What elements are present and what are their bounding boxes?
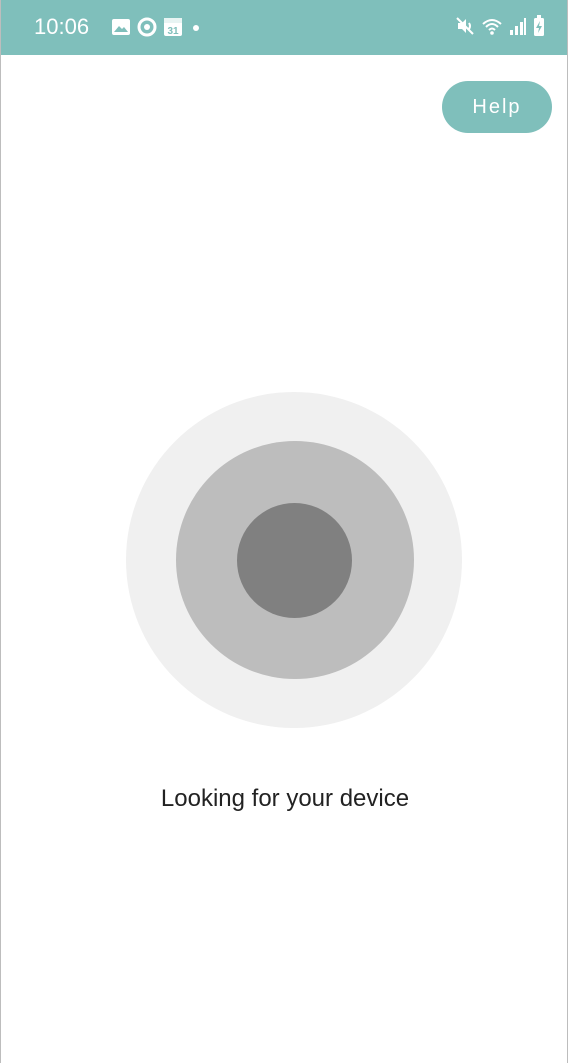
help-button[interactable]: Help bbox=[442, 81, 552, 133]
status-message: Looking for your device bbox=[160, 785, 410, 812]
dot-icon bbox=[189, 17, 203, 37]
ring-notification-icon bbox=[137, 17, 157, 37]
wifi-icon bbox=[481, 16, 503, 36]
system-icons bbox=[455, 14, 545, 38]
status-time: 10:06 bbox=[34, 14, 90, 39]
scan-inner-circle bbox=[237, 503, 352, 618]
signal-icon bbox=[509, 16, 527, 36]
calendar-icon: 31 bbox=[163, 17, 183, 37]
app-screen: 10:06 31 Help Looking for your device bbox=[0, 0, 568, 1063]
calendar-day: 31 bbox=[167, 26, 179, 37]
status-bar: 10:06 31 bbox=[1, 0, 567, 55]
mute-vibrate-icon bbox=[455, 16, 475, 36]
notification-icons: 31 bbox=[111, 16, 203, 38]
gallery-icon bbox=[111, 18, 131, 36]
device-scan-animation bbox=[126, 392, 462, 728]
battery-charging-icon bbox=[533, 15, 545, 37]
